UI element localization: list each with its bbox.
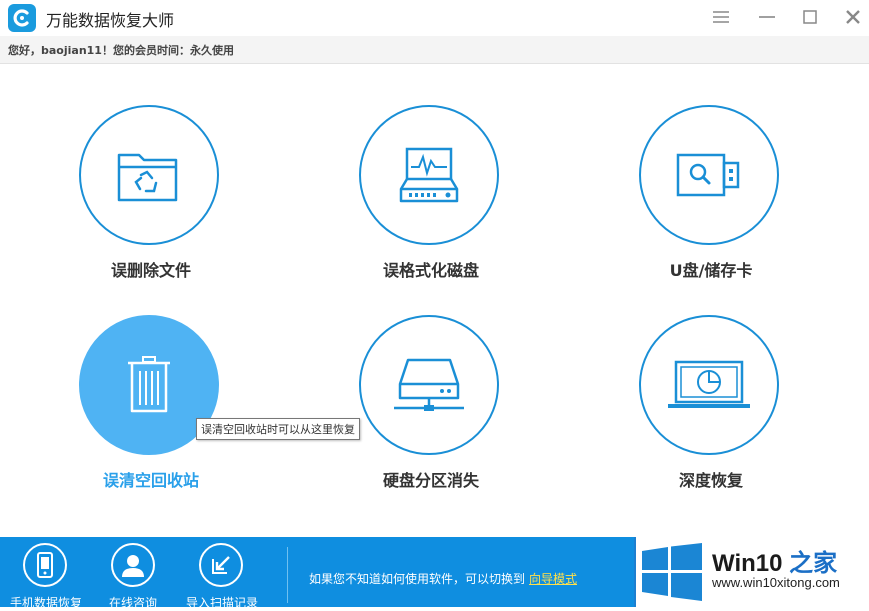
minimize-button[interactable]	[753, 4, 781, 32]
watermark-brand: Win10 之家	[712, 543, 837, 578]
button-ring	[111, 543, 155, 587]
guide-mode-link[interactable]: 向导模式	[529, 570, 577, 587]
tile-label: U盘/储存卡	[669, 261, 753, 280]
user-icon	[122, 555, 144, 577]
tile-label: 误格式化磁盘	[382, 261, 479, 280]
usb-drive-icon	[676, 153, 740, 197]
tile-formatted-disk[interactable]: 误格式化磁盘	[356, 105, 506, 285]
phone-recovery-button[interactable]: 手机数据恢复	[10, 543, 83, 611]
button-ring	[23, 543, 67, 587]
button-label: 在线咨询	[108, 596, 157, 610]
button-ring	[199, 543, 243, 587]
maximize-button[interactable]	[796, 4, 824, 32]
button-label: 导入扫描记录	[186, 596, 259, 610]
tile-label: 误清空回收站	[102, 471, 199, 490]
brand-suffix: 之家	[789, 550, 838, 577]
tile-lost-partition[interactable]: 硬盘分区消失	[356, 315, 506, 495]
import-icon	[212, 556, 230, 574]
brand-prefix: Win10	[712, 550, 790, 577]
menu-icon	[713, 11, 729, 23]
tile-circle	[639, 315, 779, 455]
greeting-text: 您好，baojian11！您的会员时间：永久使用	[8, 44, 234, 57]
online-consult-button[interactable]: 在线咨询	[98, 543, 168, 611]
hint-text: 如果您不知道如何使用软件，可以切换到	[309, 572, 526, 586]
tile-label: 深度恢复	[678, 471, 743, 490]
trash-bin-icon	[128, 356, 170, 413]
laptop-icon	[668, 360, 750, 408]
app-title: 万能数据恢复大师	[46, 11, 175, 30]
maximize-icon	[803, 10, 817, 24]
import-scan-record-button[interactable]: 导入扫描记录	[186, 543, 259, 611]
title-bar: 万能数据恢复大师	[0, 0, 869, 36]
button-label: 手机数据恢复	[10, 596, 83, 610]
watermark: Win10 之家 www.win10xitong.com	[634, 537, 869, 607]
tile-circle	[79, 105, 219, 245]
tile-circle	[359, 105, 499, 245]
tile-circle	[359, 315, 499, 455]
close-button[interactable]	[839, 4, 867, 32]
watermark-url: www.win10xitong.com	[712, 575, 840, 590]
tile-deleted-files[interactable]: 误删除文件	[76, 105, 226, 285]
app-logo-icon	[8, 4, 36, 32]
minimize-icon	[759, 16, 775, 18]
folder-recycle-icon	[117, 153, 178, 202]
close-icon	[846, 10, 860, 24]
greeting-bar: 您好，baojian11！您的会员时间：永久使用	[0, 36, 869, 64]
tile-deep-recovery[interactable]: 深度恢复	[636, 315, 786, 495]
tile-circle	[639, 105, 779, 245]
network-drive-icon	[394, 358, 464, 411]
divider	[287, 547, 288, 603]
phone-icon	[37, 552, 53, 578]
tile-usb-card[interactable]: U盘/储存卡	[636, 105, 786, 285]
tooltip: 误清空回收站时可以从这里恢复	[196, 418, 360, 440]
tile-label: 误删除文件	[110, 261, 191, 280]
windows-logo-icon	[642, 543, 702, 601]
hard-disk-monitor-icon	[399, 147, 459, 203]
menu-button[interactable]	[707, 4, 735, 32]
tile-label: 硬盘分区消失	[382, 471, 479, 490]
tile-emptied-recycle-bin[interactable]: 误清空回收站	[76, 315, 226, 495]
